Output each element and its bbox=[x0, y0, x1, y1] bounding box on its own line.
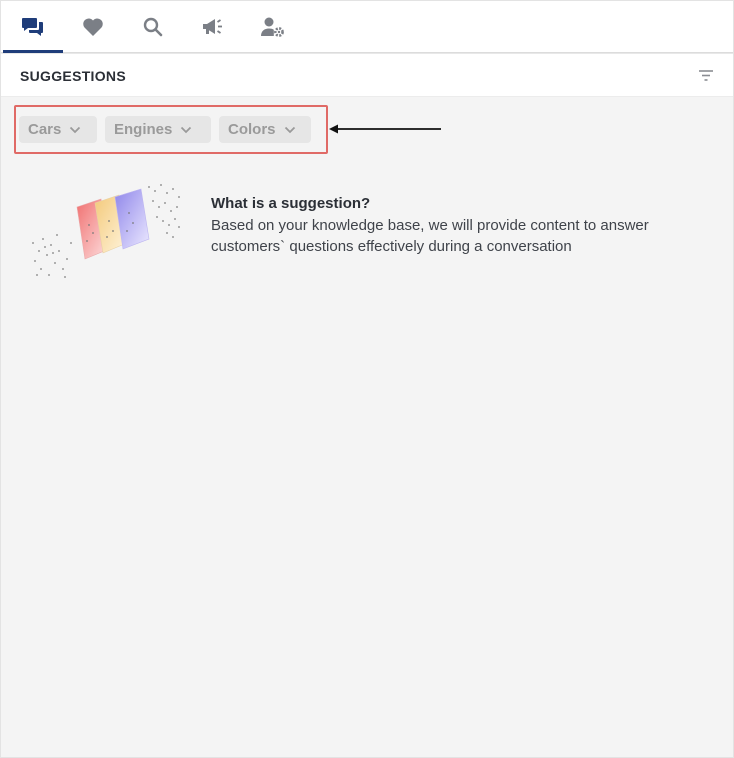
chevron-down-icon bbox=[181, 126, 192, 133]
chat-bubbles-icon bbox=[22, 17, 43, 36]
tab-conversations[interactable] bbox=[3, 1, 63, 53]
filter-chip-cars[interactable]: Cars bbox=[19, 116, 97, 143]
megaphone-icon bbox=[203, 18, 222, 34]
suggestion-illustration bbox=[32, 184, 180, 278]
filter-button[interactable] bbox=[697, 68, 715, 84]
filter-chip-label: Engines bbox=[114, 121, 173, 138]
filter-chip-group: Cars Engines Colors bbox=[14, 105, 328, 154]
tab-user-settings[interactable] bbox=[243, 1, 303, 52]
filter-chip-label: Cars bbox=[28, 121, 62, 138]
chevron-down-icon bbox=[70, 126, 81, 133]
filter-chip-label: Colors bbox=[228, 121, 276, 138]
filter-chip-engines[interactable]: Engines bbox=[105, 116, 211, 143]
info-title: What is a suggestion? bbox=[211, 195, 371, 212]
annotation-arrow bbox=[329, 124, 441, 134]
info-description: Based on your knowledge base, we will pr… bbox=[211, 217, 649, 255]
filter-lines-icon bbox=[699, 70, 713, 81]
heart-icon bbox=[83, 17, 103, 36]
tab-bar bbox=[1, 1, 733, 53]
tab-announcements[interactable] bbox=[183, 1, 243, 52]
filter-chip-colors[interactable]: Colors bbox=[219, 116, 311, 143]
page-title: SUGGESTIONS bbox=[20, 68, 126, 84]
panel-header: SUGGESTIONS bbox=[1, 54, 733, 97]
user-gear-icon bbox=[261, 17, 284, 37]
suggestions-panel: SUGGESTIONS Cars Engines Colors What is … bbox=[0, 0, 734, 758]
search-icon bbox=[143, 17, 163, 36]
chevron-down-icon bbox=[284, 126, 295, 133]
tab-favorites[interactable] bbox=[63, 1, 123, 52]
tab-search[interactable] bbox=[123, 1, 183, 52]
